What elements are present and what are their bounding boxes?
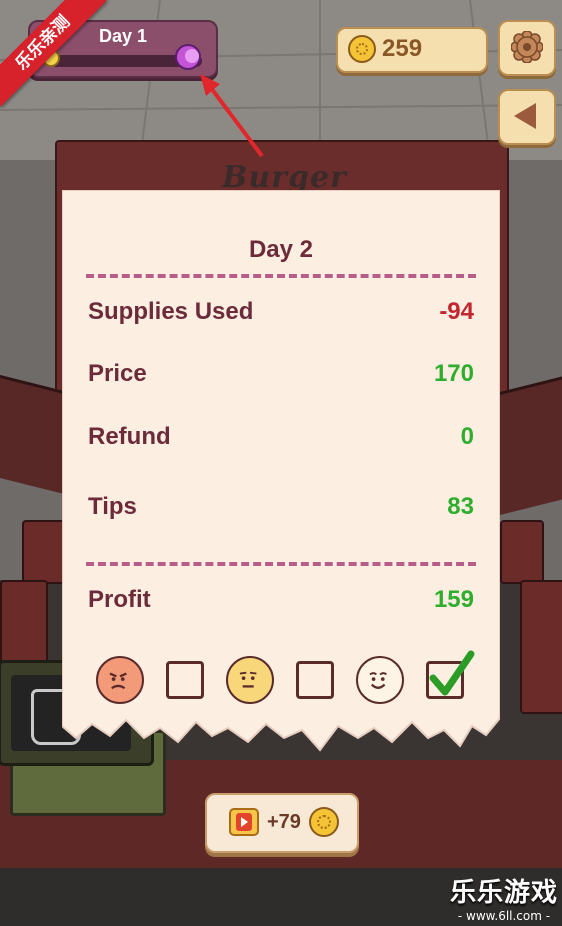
supplies-label: Supplies Used bbox=[88, 298, 254, 325]
receipt-title: Day 2 bbox=[248, 236, 314, 263]
tips-label: Tips bbox=[88, 493, 137, 520]
reward-amount: +79 bbox=[267, 811, 301, 833]
site-watermark: 乐乐游戏 - www.6ll.com - bbox=[446, 872, 562, 926]
watermark-url: - www.6ll.com - bbox=[457, 909, 551, 923]
angry-face-icon bbox=[96, 656, 144, 704]
coin-icon bbox=[309, 807, 339, 837]
neutral-face-icon bbox=[226, 656, 274, 704]
happy-checkbox[interactable] bbox=[426, 650, 475, 699]
neutral-checkbox[interactable] bbox=[296, 661, 334, 699]
watermark-logo: 乐乐游戏 bbox=[449, 878, 558, 908]
divider bbox=[86, 274, 476, 278]
pointer-arrow-icon bbox=[200, 74, 264, 158]
check-mark-icon bbox=[429, 650, 475, 696]
coin-counter: 259 bbox=[336, 27, 488, 73]
coin-icon bbox=[348, 35, 376, 63]
angry-checkbox[interactable] bbox=[166, 661, 204, 699]
tips-value: 83 bbox=[447, 493, 474, 520]
chair-right bbox=[520, 580, 562, 714]
refund-label: Refund bbox=[88, 423, 171, 450]
price-value: 170 bbox=[433, 360, 474, 387]
moon-icon bbox=[175, 44, 201, 70]
watch-ad-reward-button[interactable]: +79 bbox=[205, 793, 359, 853]
daily-report-receipt: Day 2 Supplies Used -94 Price 170 Refund… bbox=[62, 190, 500, 755]
profit-label: Profit bbox=[88, 586, 151, 613]
happy-face-icon bbox=[356, 656, 404, 704]
refund-value: 0 bbox=[460, 423, 474, 450]
back-arrow-icon bbox=[514, 103, 536, 129]
booth-right bbox=[500, 520, 544, 584]
settings-button[interactable] bbox=[498, 20, 556, 76]
coin-count: 259 bbox=[382, 35, 423, 62]
back-button[interactable] bbox=[498, 89, 556, 145]
divider bbox=[86, 562, 476, 566]
gear-icon bbox=[511, 31, 543, 63]
profit-value: 159 bbox=[433, 586, 474, 613]
video-ad-icon bbox=[229, 808, 259, 836]
supplies-value: -94 bbox=[439, 298, 474, 325]
price-label: Price bbox=[88, 360, 147, 387]
